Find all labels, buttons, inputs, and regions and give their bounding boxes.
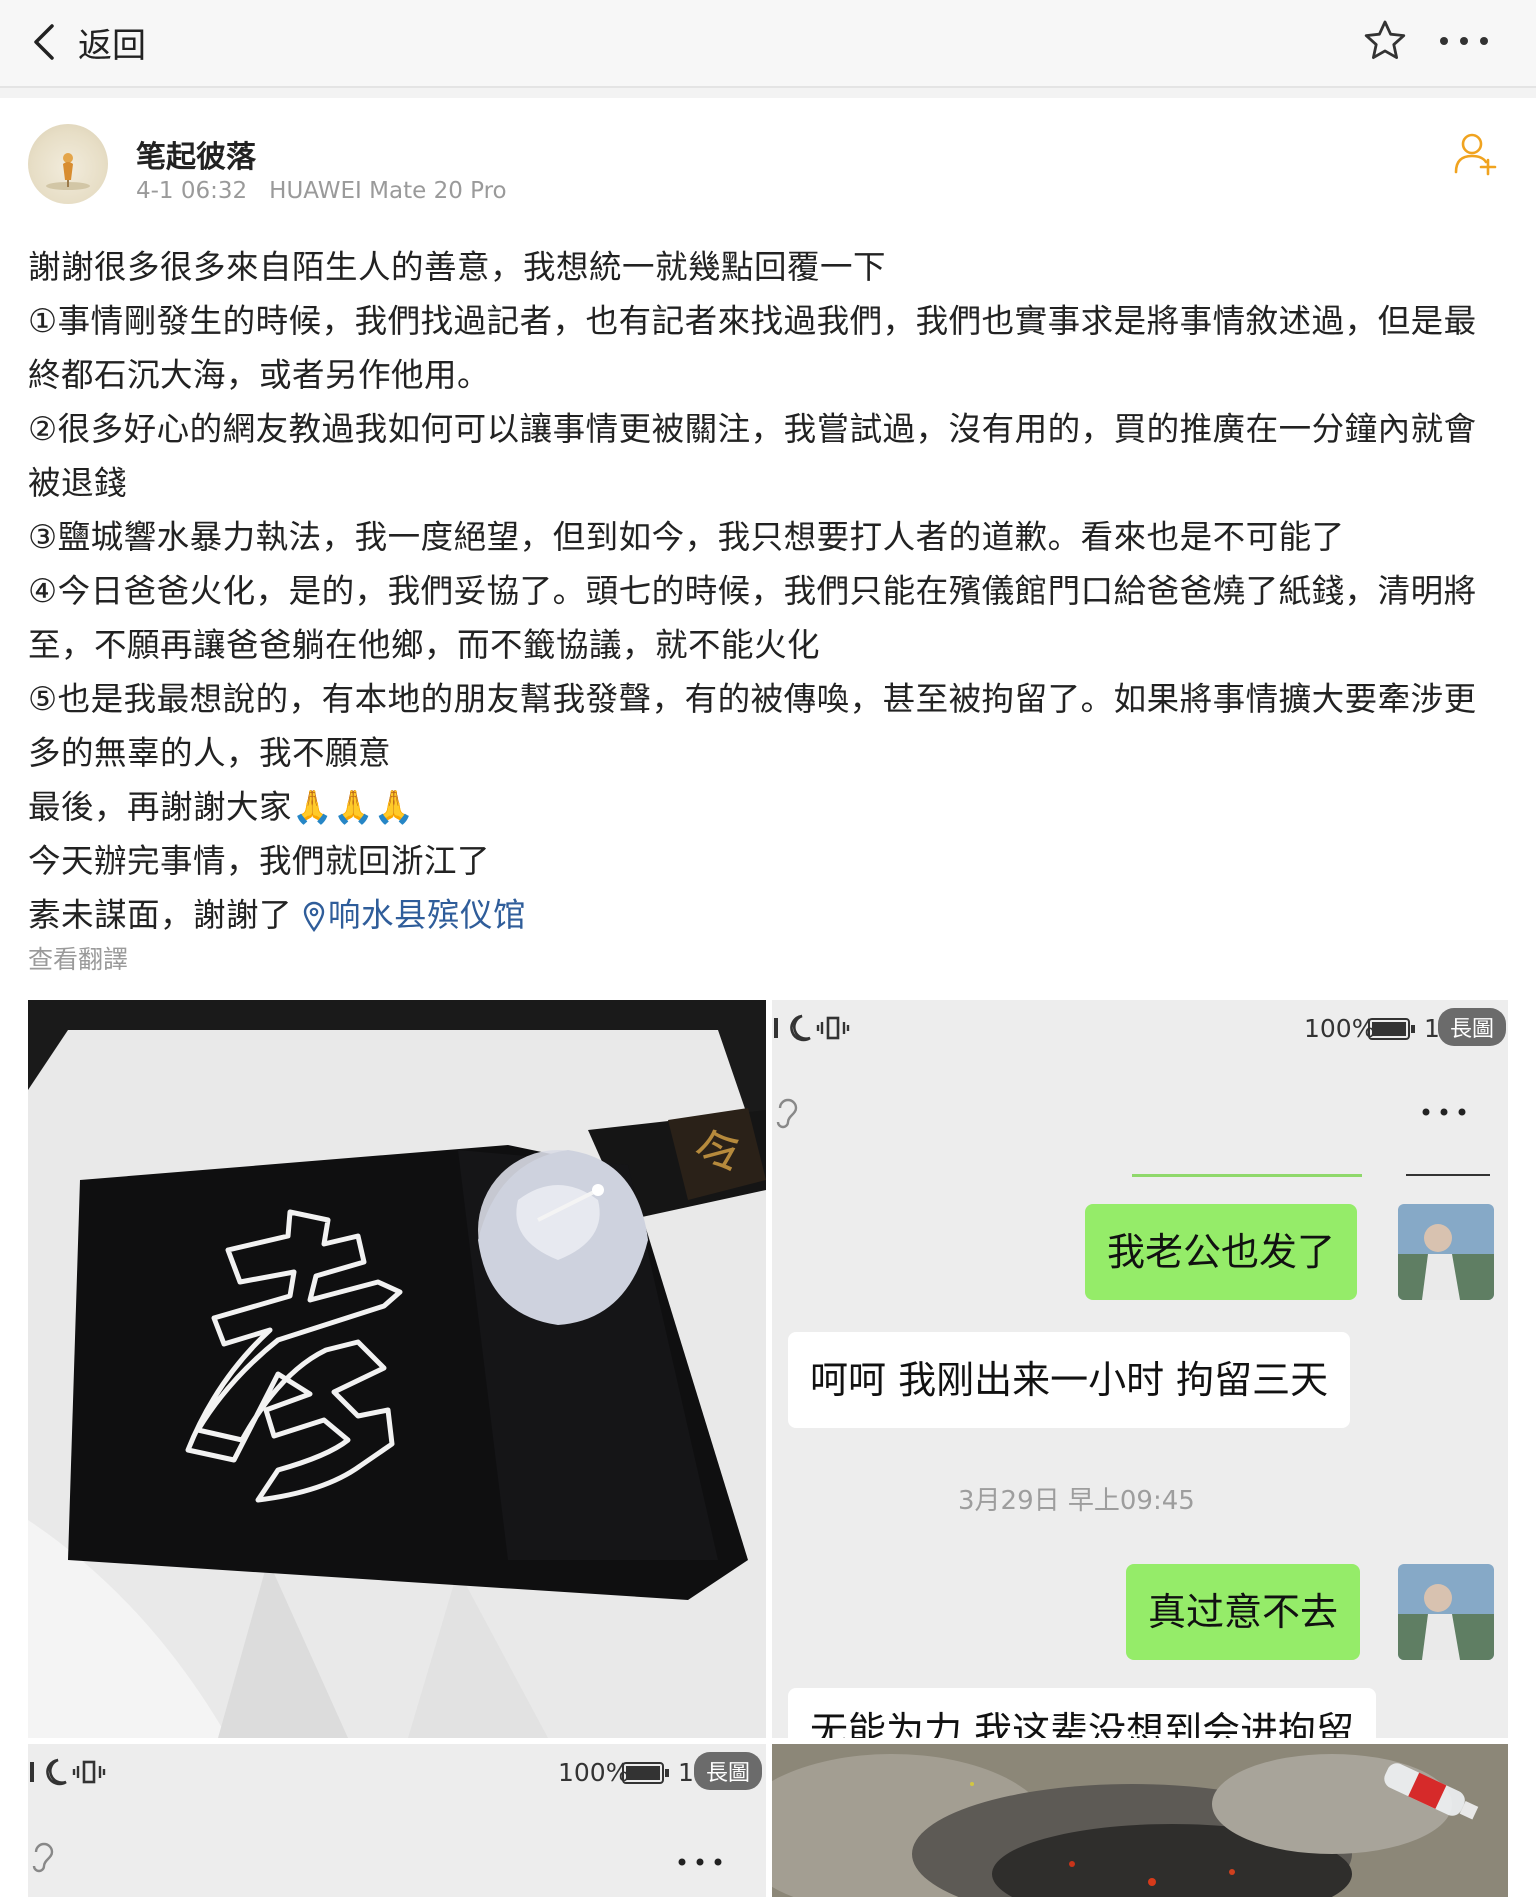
post-line: ①事情剛發生的時候，我們找過記者，也有記者來找過我們，我們也實事求是將事情敘述過… — [28, 302, 1477, 394]
top-bar: 返回 — [0, 0, 1536, 88]
post-meta: 4-1 06:32 HUAWEI Mate 20 Pro — [136, 178, 507, 204]
chat-timestamp: 3月29日 早上09:45 — [958, 1486, 1195, 1516]
photo-armband[interactable]: 令 — [28, 1000, 766, 1738]
ashes-photo-graphic — [772, 1744, 1508, 1897]
post-line: 謝謝很多很多來自陌生人的善意，我想統一就幾點回覆一下 — [28, 248, 887, 286]
photo-chat-screenshot-1[interactable]: 100% 1 長圖 我老公也发了 呵呵 我刚出来一小时 拘留三天 3月29日 早… — [772, 1000, 1508, 1738]
post-time: 4-1 06:32 — [136, 178, 248, 204]
partial-bubble-edge — [1132, 1174, 1362, 1177]
photo-chat-screenshot-2[interactable]: 100% 1 長圖 — [28, 1744, 766, 1897]
post-device: HUAWEI Mate 20 Pro — [269, 178, 507, 204]
user-avatar[interactable] — [28, 124, 108, 204]
armband-photo-graphic: 令 — [28, 1000, 766, 1738]
post-line-last: 素未謀面，謝謝了 响水县殡仪馆 — [28, 888, 1508, 942]
status-icons — [774, 1014, 850, 1042]
chat-message-sent: 我老公也发了 — [1085, 1204, 1358, 1300]
post-line: 最後，再謝謝大家🙏🙏🙏 — [28, 788, 415, 826]
post-line: ④今日爸爸火化，是的，我們妥協了。頭七的時候，我們只能在殯儀館門口給爸爸燒了紙錢… — [28, 572, 1477, 664]
location-link[interactable]: 响水县殡仪馆 — [302, 896, 526, 934]
post-line: 今天辦完事情，我們就回浙江了 — [28, 842, 491, 880]
favorite-star-icon[interactable] — [1362, 18, 1408, 64]
ear-icon — [32, 1842, 54, 1873]
ear-icon — [776, 1098, 798, 1129]
post-last-text: 素未謀面，謝謝了 — [28, 896, 293, 934]
post-body: 謝謝很多很多來自陌生人的善意，我想統一就幾點回覆一下 ①事情剛發生的時候，我們找… — [28, 240, 1508, 942]
battery-icon — [1368, 1018, 1415, 1040]
chat-avatar-self — [1398, 1204, 1494, 1300]
username[interactable]: 笔起彼落 — [136, 132, 256, 176]
translate-link[interactable]: 查看翻譯 — [28, 940, 128, 976]
chevron-left-icon — [34, 24, 54, 60]
status-bar: 100% 1 — [28, 1744, 766, 1800]
chat-more-icon[interactable] — [1420, 1106, 1468, 1118]
avatar-figure-icon — [46, 153, 90, 190]
battery-icon — [622, 1762, 669, 1784]
battery-percent: 100% — [558, 1758, 630, 1787]
status-icons — [30, 1758, 106, 1786]
add-friend-icon[interactable] — [1452, 130, 1502, 176]
location-pin-icon — [303, 901, 325, 933]
chat-message-received: 呵呵 我刚出来一小时 拘留三天 — [788, 1332, 1351, 1428]
chat-message-sent: 真过意不去 — [1126, 1564, 1361, 1660]
post-line: ⑤也是我最想說的，有本地的朋友幫我發聲，有的被傳喚，甚至被拘留了。如果將事情擴大… — [28, 680, 1477, 772]
self-avatar-graphic — [1398, 1564, 1494, 1660]
clock-partial: 1 — [678, 1758, 694, 1787]
more-options-icon[interactable] — [1436, 18, 1492, 64]
long-image-badge: 長圖 — [694, 1752, 763, 1790]
chat-message-received-partial: 无能为力 我这辈没想到会进拘留 — [788, 1688, 1377, 1738]
post-line: ②很多好心的網友教過我如何可以讓事情更被關注，我嘗試過，沒有用的，買的推廣在一分… — [28, 410, 1477, 502]
self-avatar-graphic — [1398, 1204, 1494, 1300]
photo-burnt-ashes[interactable] — [772, 1744, 1508, 1897]
status-bar: 100% 1 — [772, 1000, 1508, 1056]
back-button[interactable]: 返回 — [30, 12, 146, 72]
long-image-badge: 長圖 — [1438, 1008, 1507, 1046]
back-label: 返回 — [78, 25, 146, 66]
chat-avatar-self — [1398, 1564, 1494, 1660]
partial-avatar-edge — [1406, 1174, 1490, 1176]
post-line: ③鹽城響水暴力執法，我一度絕望，但到如今，我只想要打人者的道歉。看來也是不可能了 — [28, 518, 1345, 556]
location-label: 响水县殡仪馆 — [328, 896, 527, 934]
chat-more-icon[interactable] — [676, 1856, 724, 1868]
battery-percent: 100% — [1304, 1014, 1376, 1043]
